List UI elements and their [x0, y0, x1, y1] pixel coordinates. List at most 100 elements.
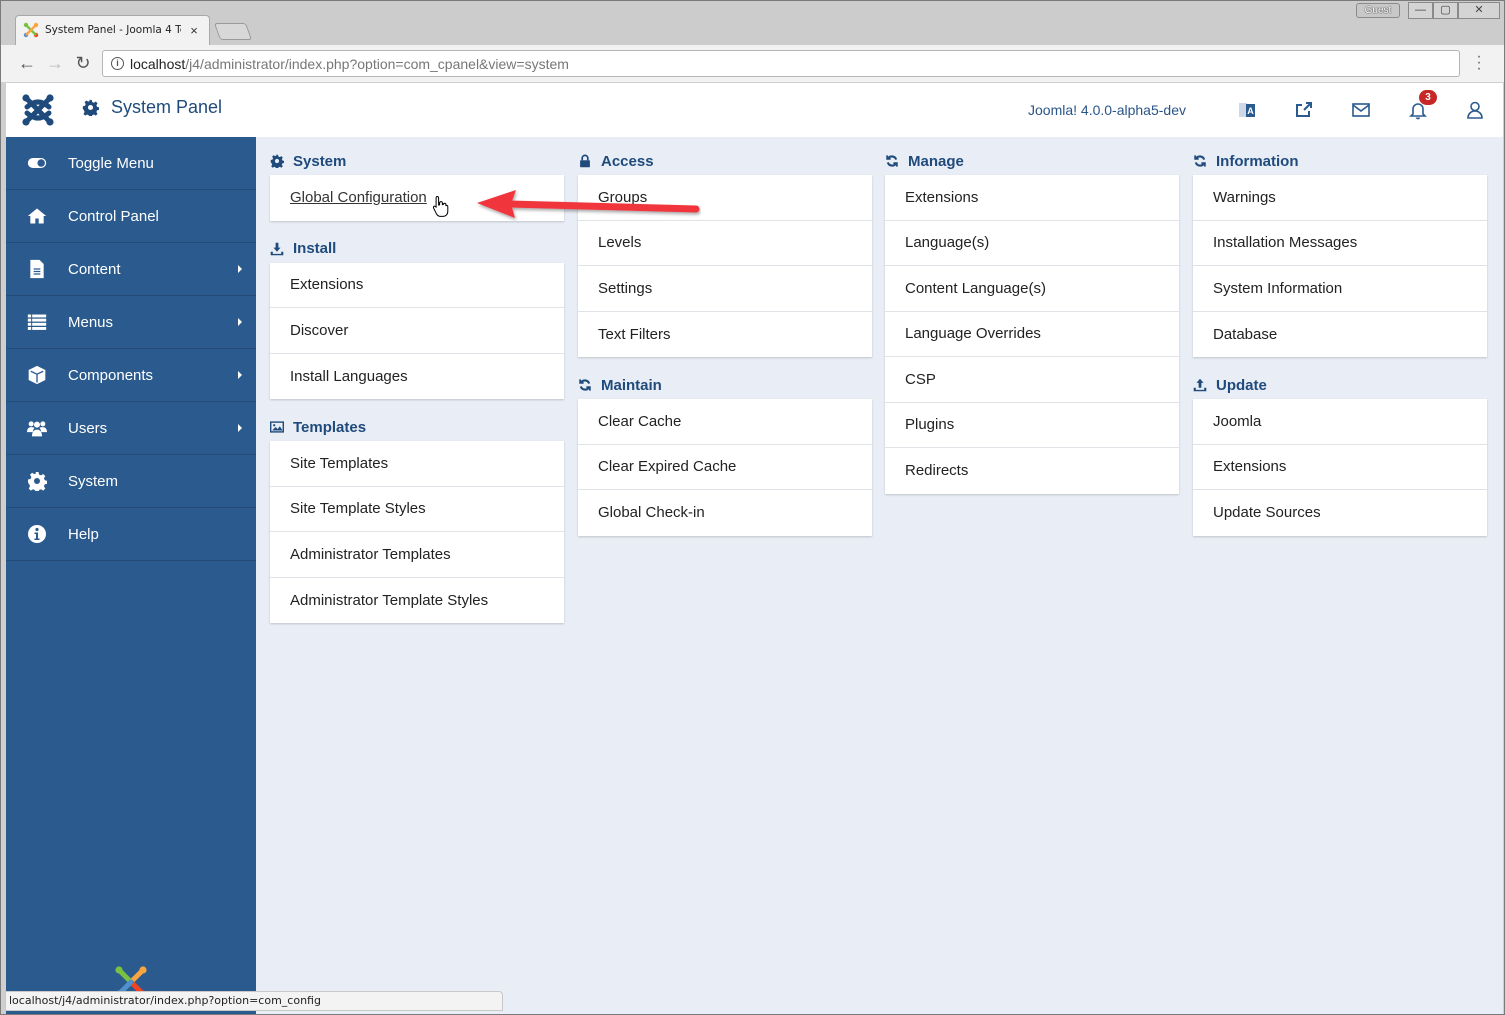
- caret-right-icon: [238, 318, 242, 326]
- group-title-install: Install: [270, 235, 564, 263]
- group-title-information: Information: [1193, 147, 1487, 175]
- link-clear-cache[interactable]: Clear Cache: [578, 399, 872, 445]
- sidebar-item-label: Menus: [68, 313, 114, 331]
- card-manage: Extensions Language(s) Content Language(…: [885, 175, 1179, 494]
- sidebar-item-system[interactable]: System: [6, 455, 256, 508]
- user-menu-button[interactable]: [1446, 83, 1503, 137]
- caret-right-icon: [238, 371, 242, 379]
- sidebar: Toggle Menu Control Panel Content Menus …: [6, 137, 256, 1014]
- link-update-extensions[interactable]: Extensions: [1193, 445, 1487, 490]
- sidebar-item-label: Help: [68, 525, 99, 543]
- link-administrator-templates[interactable]: Administrator Templates: [270, 532, 564, 578]
- group-title-templates: Templates: [270, 413, 564, 441]
- notification-badge: 3: [1419, 90, 1437, 105]
- upload-icon: [1193, 378, 1207, 392]
- link-languages[interactable]: Language(s): [885, 221, 1179, 266]
- maximize-button[interactable]: ▢: [1433, 2, 1458, 19]
- info-icon[interactable]: i: [111, 57, 124, 70]
- tab-title: System Panel - Joomla 4 Te: [45, 24, 181, 36]
- sidebar-item-label: System: [68, 472, 119, 490]
- link-csp[interactable]: CSP: [885, 357, 1179, 403]
- group-title-manage: Manage: [885, 147, 1179, 175]
- link-content-languages[interactable]: Content Language(s): [885, 266, 1179, 312]
- sidebar-item-components[interactable]: Components: [6, 349, 256, 402]
- link-site-template-styles[interactable]: Site Template Styles: [270, 487, 564, 532]
- sidebar-item-label: Control Panel: [68, 207, 159, 225]
- url-text: localhost/j4/administrator/index.php?opt…: [130, 56, 569, 72]
- notifications-button[interactable]: 3: [1389, 83, 1446, 137]
- link-site-templates[interactable]: Site Templates: [270, 441, 564, 487]
- page-title: System Panel: [82, 97, 222, 118]
- column-3: Manage Extensions Language(s) Content La…: [885, 147, 1179, 508]
- users-icon: [27, 421, 47, 437]
- gear-icon: [82, 99, 99, 116]
- browser-tab-content[interactable]: System Panel - Joomla 4 Te ×: [23, 15, 208, 45]
- link-clear-expired-cache[interactable]: Clear Expired Cache: [578, 445, 872, 490]
- back-icon[interactable]: ←: [17, 53, 37, 73]
- link-install-extensions[interactable]: Extensions: [270, 263, 564, 308]
- link-manage-extensions[interactable]: Extensions: [885, 175, 1179, 221]
- minimize-button[interactable]: —: [1408, 2, 1433, 19]
- link-text-filters[interactable]: Text Filters: [578, 312, 872, 358]
- card-install: Extensions Discover Install Languages: [270, 262, 564, 400]
- column-1: System Global Configuration Install Exte…: [270, 147, 564, 637]
- link-redirects[interactable]: Redirects: [885, 448, 1179, 494]
- refresh-icon: [579, 379, 591, 391]
- svg-text:A: A: [1247, 106, 1254, 116]
- sidebar-item-users[interactable]: Users: [6, 402, 256, 455]
- header-toolbar: Joomla! 4.0.0-alpha5-dev A 3: [1028, 83, 1503, 137]
- link-warnings[interactable]: Warnings: [1193, 175, 1487, 221]
- link-discover[interactable]: Discover: [270, 308, 564, 354]
- link-install-languages[interactable]: Install Languages: [270, 354, 564, 400]
- preview-site-button[interactable]: [1275, 83, 1332, 137]
- group-title-access: Access: [578, 147, 872, 175]
- link-update-sources[interactable]: Update Sources: [1193, 490, 1487, 536]
- link-settings[interactable]: Settings: [578, 266, 872, 312]
- link-installation-messages[interactable]: Installation Messages: [1193, 221, 1487, 266]
- link-administrator-template-styles[interactable]: Administrator Template Styles: [270, 578, 564, 624]
- info-icon: [28, 525, 46, 543]
- sidebar-item-menus[interactable]: Menus: [6, 296, 256, 349]
- group-title-text: System: [293, 152, 347, 170]
- cube-icon: [28, 365, 46, 385]
- sidebar-item-toggle-menu[interactable]: Toggle Menu: [6, 137, 256, 190]
- sidebar-item-control-panel[interactable]: Control Panel: [6, 190, 256, 243]
- lock-icon: [580, 154, 590, 168]
- sidebar-item-label: Content: [68, 260, 121, 278]
- header: System Panel Joomla! 4.0.0-alpha5-dev A: [6, 83, 1503, 137]
- sidebar-item-content[interactable]: Content: [6, 243, 256, 296]
- reload-icon[interactable]: ↻: [73, 53, 93, 73]
- new-tab-button[interactable]: [213, 23, 253, 40]
- card-information: Warnings Installation Messages System In…: [1193, 175, 1487, 357]
- joomla-logo-icon[interactable]: [21, 93, 55, 127]
- address-bar[interactable]: i localhost/j4/administrator/index.php?o…: [102, 50, 1460, 77]
- mail-icon: [1351, 103, 1370, 117]
- group-title-maintain: Maintain: [578, 371, 872, 399]
- toggle-icon: [27, 158, 47, 168]
- browser-menu-icon[interactable]: · · ·: [1472, 49, 1486, 77]
- messages-button[interactable]: [1332, 83, 1389, 137]
- link-levels[interactable]: Levels: [578, 221, 872, 266]
- link-global-configuration[interactable]: Global Configuration: [270, 175, 564, 221]
- gear-icon: [28, 472, 47, 491]
- file-icon: [30, 259, 44, 279]
- link-groups[interactable]: Groups: [578, 175, 872, 221]
- forward-icon[interactable]: →: [45, 53, 65, 73]
- card-system: Global Configuration: [270, 175, 564, 221]
- link-plugins[interactable]: Plugins: [885, 403, 1179, 448]
- card-update: Joomla Extensions Update Sources: [1193, 399, 1487, 536]
- tab-close-icon[interactable]: ×: [187, 23, 201, 38]
- link-global-check-in[interactable]: Global Check-in: [578, 490, 872, 536]
- guest-profile-button[interactable]: Guest: [1356, 3, 1400, 18]
- link-update-joomla[interactable]: Joomla: [1193, 399, 1487, 445]
- link-system-information[interactable]: System Information: [1193, 266, 1487, 312]
- card-maintain: Clear Cache Clear Expired Cache Global C…: [578, 399, 872, 536]
- close-window-button[interactable]: ✕: [1458, 2, 1500, 19]
- link-database[interactable]: Database: [1193, 312, 1487, 358]
- group-title-text: Update: [1216, 376, 1267, 394]
- sidebar-item-label: Components: [68, 366, 154, 384]
- sidebar-item-help[interactable]: Help: [6, 508, 256, 561]
- link-language-overrides[interactable]: Language Overrides: [885, 312, 1179, 357]
- caret-right-icon: [238, 265, 242, 273]
- language-button[interactable]: A: [1218, 83, 1275, 137]
